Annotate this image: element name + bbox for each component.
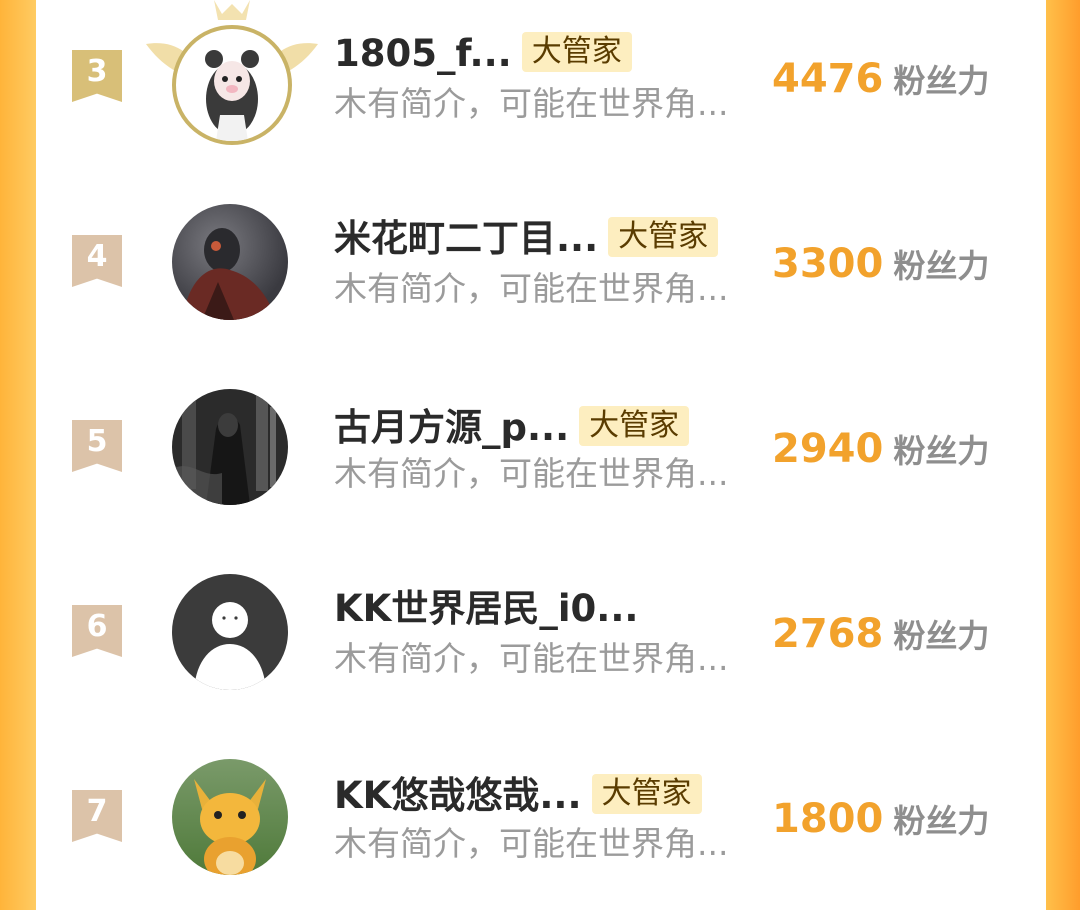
user-name[interactable]: 1805_f... 大管家 xyxy=(334,31,632,76)
fans-count: 1800 xyxy=(772,796,884,842)
fans-score: 3300 粉丝力 xyxy=(772,239,989,297)
avatar[interactable] xyxy=(172,204,288,320)
rank-badge: 7 xyxy=(72,790,122,842)
fans-unit: 粉丝力 xyxy=(893,802,990,840)
rank-badge: 3 xyxy=(72,50,122,102)
user-bio: 木有简介，可能在世界角... xyxy=(334,84,729,123)
fans-count: 4476 xyxy=(772,56,884,102)
fans-unit: 粉丝力 xyxy=(893,62,990,100)
rank-number: 3 xyxy=(86,54,108,89)
rank-number: 4 xyxy=(86,239,108,274)
rank-badge: 6 xyxy=(72,605,122,657)
rank-number: 5 xyxy=(86,424,108,459)
user-bio: 木有简介，可能在世界角... xyxy=(334,269,729,308)
fans-unit: 粉丝力 xyxy=(893,247,990,285)
steward-badge: 大管家 xyxy=(591,773,702,814)
fans-score: 4476 粉丝力 xyxy=(772,54,989,112)
steward-badge: 大管家 xyxy=(608,216,719,257)
rank-badge: 4 xyxy=(72,235,122,287)
user-bio: 木有简介，可能在世界角... xyxy=(334,454,729,493)
avatar[interactable] xyxy=(172,759,288,875)
fans-score: 1800 粉丝力 xyxy=(772,794,989,852)
user-bio: 木有简介，可能在世界角... xyxy=(334,824,729,863)
rank-badge: 5 xyxy=(72,420,122,472)
steward-badge: 大管家 xyxy=(579,405,690,446)
fans-unit: 粉丝力 xyxy=(893,432,990,470)
fans-count: 3300 xyxy=(772,241,884,287)
fans-count: 2768 xyxy=(772,611,884,657)
list-item[interactable]: 7 KK悠哉悠哉... 大管家 木有简介，可能在世界角... 1800 粉丝力 xyxy=(36,740,1046,910)
rank-number: 7 xyxy=(86,794,108,829)
fans-score: 2940 粉丝力 xyxy=(772,424,989,482)
user-name[interactable]: 古月方源_p... 大管家 xyxy=(334,405,690,450)
default-avatar[interactable] xyxy=(172,574,288,690)
list-item[interactable]: 5 古月方源_p... 大管家 木有简介，可能在世界角... 2940 粉丝力 xyxy=(36,370,1046,540)
avatar[interactable] xyxy=(172,25,292,145)
ranking-panel: 3 1805_f... 大管家 木有简介，可能在世界角... 4476 粉丝力 4 xyxy=(36,0,1046,875)
user-name[interactable]: KK世界居民_i0... xyxy=(334,587,638,631)
user-bio: 木有简介，可能在世界角... xyxy=(334,639,729,678)
fans-unit: 粉丝力 xyxy=(893,617,990,655)
steward-badge: 大管家 xyxy=(521,31,632,72)
avatar[interactable] xyxy=(172,389,288,505)
fans-score: 2768 粉丝力 xyxy=(772,609,989,667)
list-item[interactable]: 6 KK世界居民_i0... 木有简介，可能在世界角... 2768 粉丝力 xyxy=(36,555,1046,725)
list-item[interactable]: 3 1805_f... 大管家 木有简介，可能在世界角... 4476 粉丝力 xyxy=(36,0,1046,170)
rank-number: 6 xyxy=(86,609,108,644)
user-name[interactable]: 米花町二丁目... 大管家 xyxy=(334,216,719,261)
user-name[interactable]: KK悠哉悠哉... 大管家 xyxy=(334,773,702,818)
list-item[interactable]: 4 米花町二丁目... 大管家 木有简介，可能在世界角... 3300 粉丝力 xyxy=(36,185,1046,355)
fans-count: 2940 xyxy=(772,426,884,472)
